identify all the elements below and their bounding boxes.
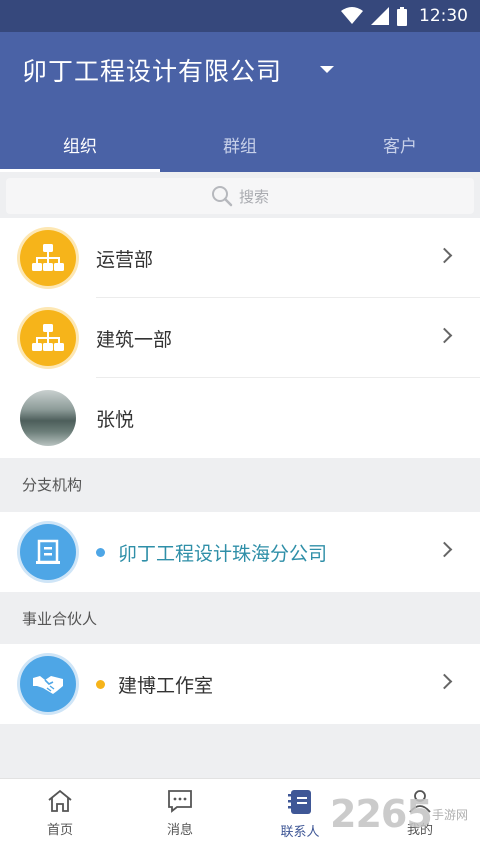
org-list: 运营部 建筑一部 张悦: [0, 218, 480, 458]
battery-icon: [397, 6, 407, 26]
status-time: 12:30: [419, 6, 468, 26]
status-bar: 12:30: [0, 0, 480, 32]
chevron-right-icon: [436, 541, 453, 558]
app-bar: 卯丁工程设计有限公司 组织 群组 客户: [0, 32, 480, 172]
list-item-contact[interactable]: 张悦: [0, 378, 480, 458]
chevron-right-icon: [436, 247, 453, 264]
list-item-label: 运营部: [96, 248, 154, 271]
list-item-label: 张悦: [96, 408, 135, 431]
list-item-operations[interactable]: 运营部: [0, 218, 480, 298]
status-dot: [96, 680, 105, 689]
nav-label: 联系人: [280, 825, 320, 840]
nav-label: 首页: [46, 823, 73, 838]
message-icon: [168, 790, 192, 813]
list-item-partner[interactable]: 建博工作室: [0, 644, 480, 724]
cellular-signal-icon: [371, 7, 389, 25]
search-placeholder: 搜索: [238, 187, 269, 206]
list-item-architecture-dept[interactable]: 建筑一部: [0, 298, 480, 378]
watermark-logo: 2265: [330, 792, 433, 836]
home-icon: [48, 789, 72, 812]
contacts-icon: [288, 790, 311, 814]
tab-bar: 组织 群组 客户: [0, 116, 480, 172]
org-chart-icon: [20, 310, 76, 366]
chevron-right-icon: [436, 673, 453, 690]
search-icon: [211, 186, 233, 207]
tab-organization[interactable]: 组织: [0, 116, 160, 172]
nav-messages[interactable]: 消息: [120, 779, 240, 853]
handshake-icon: [20, 656, 76, 712]
search-area: 搜索: [0, 172, 480, 218]
building-icon: [20, 524, 76, 580]
status-icons: 12:30: [341, 0, 468, 32]
list-item-label: 建博工作室: [118, 674, 214, 697]
list-item-label: 卯丁工程设计珠海分公司: [118, 542, 328, 565]
list-item-branch[interactable]: 卯丁工程设计珠海分公司: [0, 512, 480, 592]
section-header-branches: 分支机构: [0, 458, 480, 510]
nav-label: 消息: [166, 823, 193, 838]
watermark-text: 手游网: [432, 808, 469, 822]
tab-groups[interactable]: 群组: [160, 116, 320, 172]
status-dot: [96, 548, 105, 557]
dropdown-caret-icon[interactable]: [320, 66, 334, 73]
org-chart-icon: [20, 230, 76, 286]
list-item-label: 建筑一部: [96, 328, 173, 351]
company-switcher[interactable]: 卯丁工程设计有限公司: [22, 52, 282, 88]
partner-list: 建博工作室: [0, 644, 480, 724]
wifi-icon: [341, 7, 363, 24]
nav-home[interactable]: 首页: [0, 779, 120, 853]
avatar: [20, 390, 76, 446]
search-input[interactable]: 搜索: [6, 178, 474, 214]
tab-customers[interactable]: 客户: [320, 116, 480, 172]
chevron-right-icon: [436, 327, 453, 344]
section-header-partners: 事业合伙人: [0, 592, 480, 644]
branch-list: 卯丁工程设计珠海分公司: [0, 512, 480, 592]
